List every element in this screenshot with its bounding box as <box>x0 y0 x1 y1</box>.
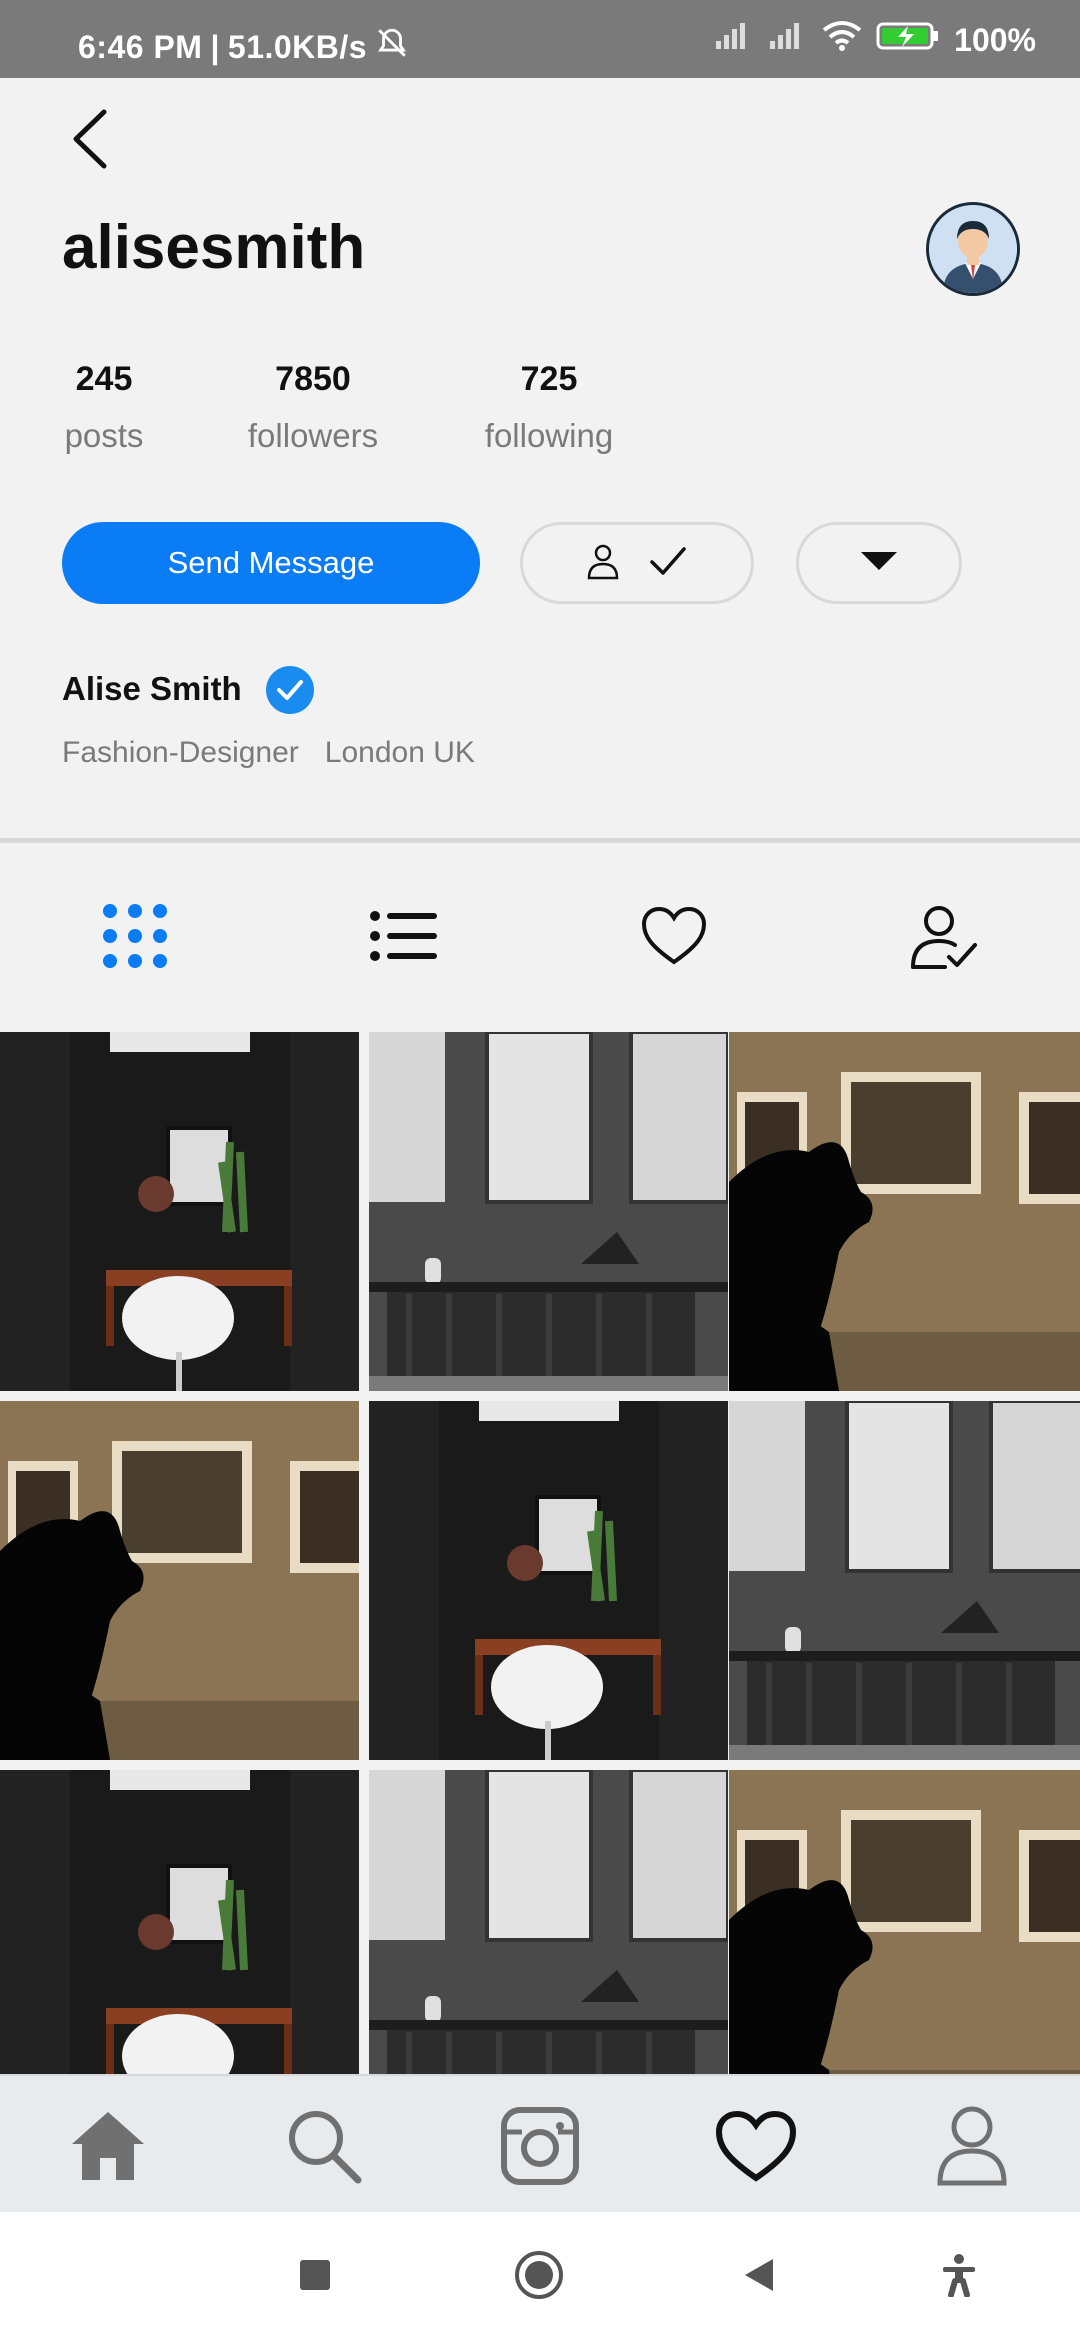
photo-tile[interactable] <box>0 1032 359 1391</box>
user-check-icon <box>909 901 979 976</box>
photo-tile[interactable] <box>0 1401 359 1760</box>
accessibility-icon <box>939 2253 979 2302</box>
stat-posts[interactable]: 245 posts <box>62 360 146 455</box>
nav-home[interactable] <box>66 2106 150 2190</box>
following-button[interactable] <box>520 522 754 604</box>
profile-icon <box>936 2105 1008 2192</box>
status-bar: 6:46 PM | 51.0KB/s 100% <box>0 0 1080 78</box>
avatar-businessman-icon <box>929 205 1017 293</box>
stat-label: followers <box>247 417 379 454</box>
status-left: 6:46 PM | 51.0KB/s <box>78 26 409 68</box>
avatar[interactable] <box>926 202 1020 296</box>
wifi-icon <box>822 20 862 60</box>
photo-tile[interactable] <box>369 1401 728 1760</box>
home-system-button[interactable] <box>514 2250 564 2305</box>
silhouette-thinker-photo <box>729 1770 1080 2074</box>
nav-camera[interactable] <box>498 2106 582 2190</box>
photo-tile[interactable] <box>0 1770 359 2074</box>
nav-search[interactable] <box>282 2106 366 2190</box>
profile-bio: Fashion-Designer London UK <box>62 736 475 770</box>
stat-label: following <box>484 417 614 454</box>
home-icon <box>68 2108 148 2189</box>
nav-profile[interactable] <box>930 2106 1014 2190</box>
status-right: 100% <box>714 20 1036 60</box>
recents-button[interactable] <box>290 2252 340 2302</box>
interior-black-room-photo <box>369 1401 728 1760</box>
signal-icon <box>714 21 754 59</box>
caret-down-icon <box>859 550 899 577</box>
signal-icon <box>768 21 808 59</box>
stat-value: 7850 <box>275 360 351 398</box>
photo-tile[interactable] <box>729 1770 1080 2074</box>
stat-label: posts <box>64 417 144 454</box>
person-icon <box>586 542 620 585</box>
list-icon <box>369 908 439 969</box>
nav-likes[interactable] <box>714 2106 798 2190</box>
home-circle-icon <box>514 2250 564 2305</box>
profile-location: London UK <box>324 736 475 769</box>
tab-liked[interactable] <box>634 898 714 978</box>
more-options-dropdown[interactable] <box>796 522 962 604</box>
interior-black-room-photo <box>0 1032 359 1391</box>
photo-tile[interactable] <box>729 1032 1080 1391</box>
chevron-left-icon <box>62 109 122 178</box>
tab-tagged[interactable] <box>904 898 984 978</box>
recents-square-icon <box>298 2258 332 2297</box>
accessibility-button[interactable] <box>934 2252 984 2302</box>
profile-occupation: Fashion-Designer <box>62 736 299 769</box>
checkmark-icon <box>648 544 688 583</box>
stat-value: 245 <box>75 360 133 398</box>
search-icon <box>284 2106 364 2191</box>
stat-followers[interactable]: 7850 followers <box>240 360 386 455</box>
profile-name: Alise Smith <box>62 670 242 707</box>
tab-grid[interactable] <box>95 898 175 978</box>
photo-grid <box>0 1032 1080 2074</box>
silhouette-thinker-photo <box>0 1401 359 1760</box>
back-system-button[interactable] <box>734 2252 784 2302</box>
interior-grey-frames-photo <box>369 1032 728 1391</box>
status-battery: 100% <box>954 21 1036 58</box>
photo-tile[interactable] <box>369 1032 728 1391</box>
photo-tile[interactable] <box>729 1401 1080 1760</box>
interior-grey-frames-photo <box>729 1401 1080 1760</box>
bell-muted-icon <box>375 26 409 68</box>
heart-icon <box>641 906 707 971</box>
tab-list[interactable] <box>364 898 444 978</box>
heart-icon <box>715 2110 797 2187</box>
bottom-nav <box>0 2074 1080 2212</box>
stat-value: 725 <box>520 360 578 398</box>
stat-following[interactable]: 725 following <box>476 360 622 455</box>
back-button[interactable] <box>62 104 122 174</box>
photo-tile[interactable] <box>369 1770 728 2074</box>
divider <box>0 838 1080 843</box>
camera-icon <box>500 2106 580 2191</box>
send-message-button[interactable]: Send Message <box>62 522 480 604</box>
battery-charging-icon <box>876 20 940 60</box>
verified-check-icon <box>266 666 314 714</box>
back-triangle-icon <box>739 2255 779 2300</box>
page-title: alisesmith <box>62 213 366 282</box>
interior-grey-frames-photo <box>369 1770 728 2074</box>
system-nav <box>0 2212 1080 2340</box>
grid-dots-icon <box>100 901 170 976</box>
status-net-speed: 51.0KB/s <box>227 28 368 65</box>
status-time: 6:46 PM <box>78 28 203 65</box>
interior-black-room-photo <box>0 1770 359 2074</box>
silhouette-thinker-photo <box>729 1032 1080 1391</box>
